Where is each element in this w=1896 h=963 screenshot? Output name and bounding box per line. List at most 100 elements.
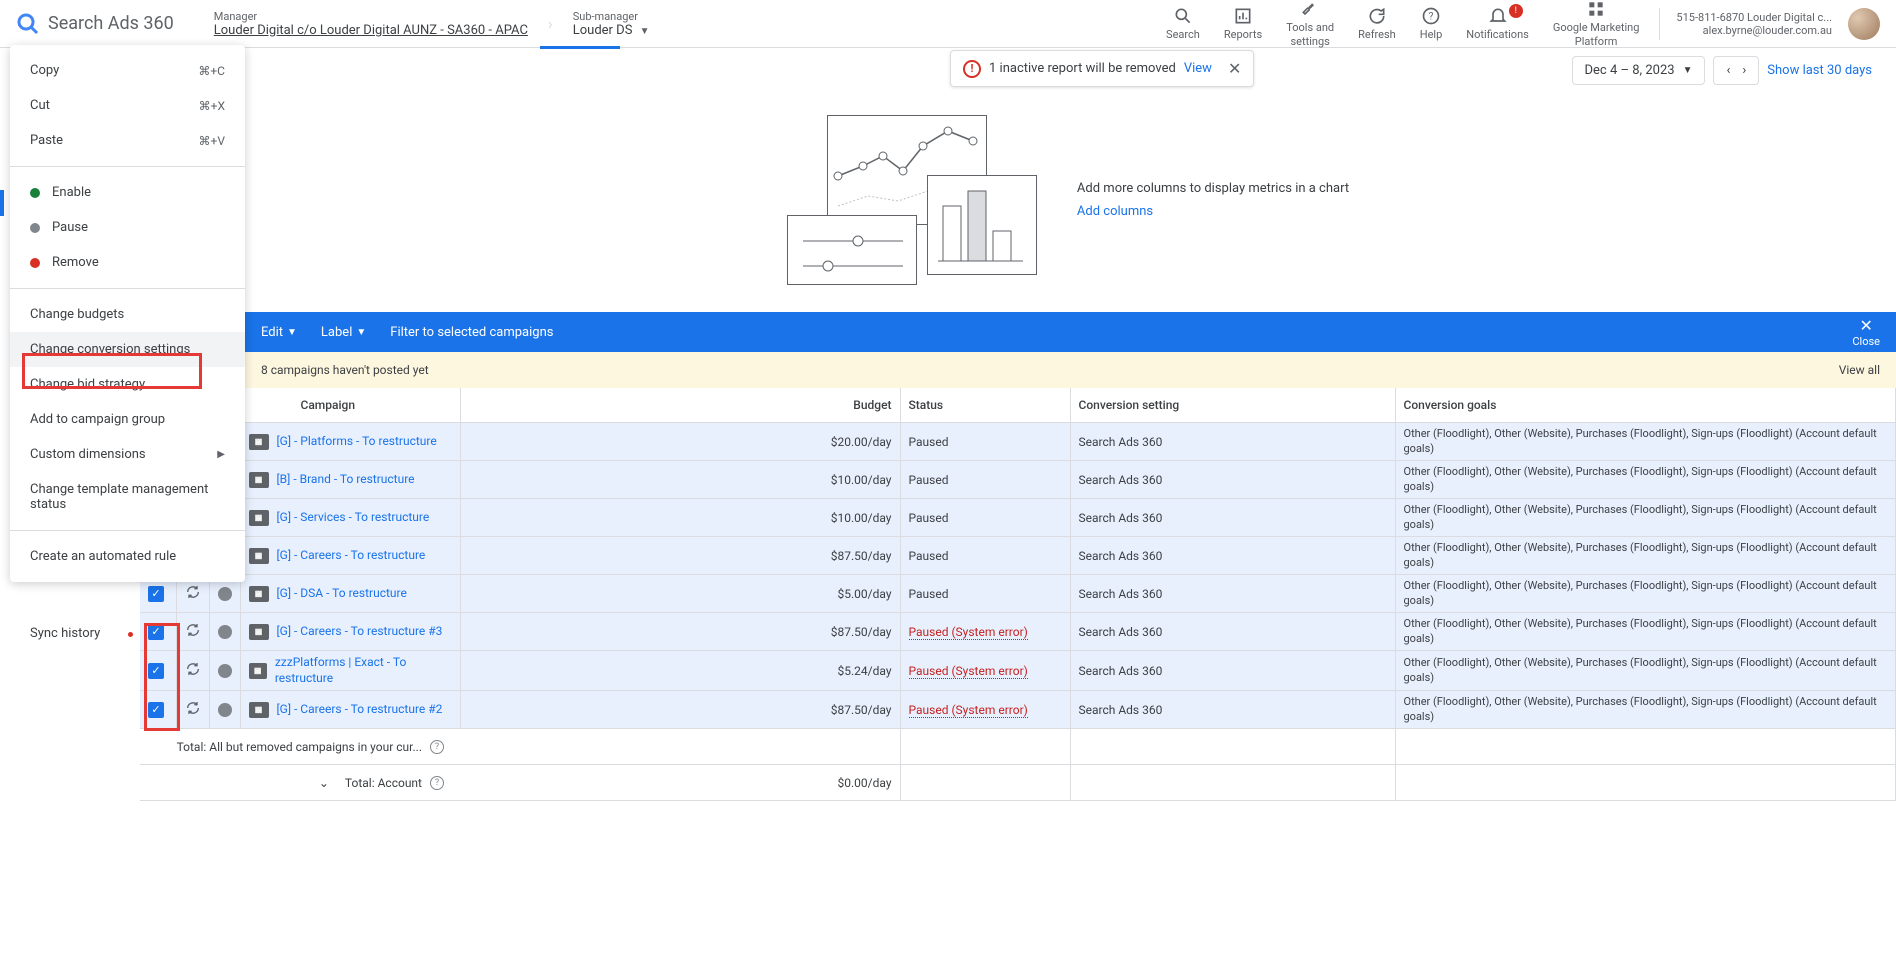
col-budget[interactable]: Budget [460, 388, 900, 423]
table-row: ✓ ▦[G] - Platforms - To restructure $20.… [140, 423, 1896, 461]
chart-placeholder: Add more columns to display metrics in a… [260, 100, 1876, 300]
menu-cut[interactable]: Cut⌘+X [10, 88, 245, 123]
conv-goals-cell: Other (Floodlight), Other (Website), Pur… [1395, 575, 1896, 613]
menu-pause[interactable]: Pause [10, 210, 245, 245]
app-logo[interactable]: Search Ads 360 [16, 12, 174, 36]
campaign-link[interactable]: [G] - Platforms - To restructure [277, 434, 437, 450]
sidebar-active-indicator [0, 190, 4, 216]
toast-view-link[interactable]: View [1184, 61, 1212, 76]
menu-enable[interactable]: Enable [10, 175, 245, 210]
status-text: Paused [909, 473, 949, 487]
row-checkbox[interactable]: ✓ [148, 663, 164, 679]
conv-setting-cell: Search Ads 360 [1070, 651, 1395, 691]
info-icon[interactable]: ? [430, 740, 444, 754]
avatar[interactable] [1848, 8, 1880, 40]
status-cell: Paused [900, 461, 1070, 499]
close-icon: ✕ [1859, 316, 1872, 335]
help-button[interactable]: ? Help [1408, 6, 1455, 41]
table-row: ✓ ▦[G] - Services - To restructure $10.0… [140, 499, 1896, 537]
menu-change-conversion[interactable]: Change conversion settings [10, 332, 245, 367]
notification-toast: ! 1 inactive report will be removed View… [950, 50, 1254, 87]
menu-paste[interactable]: Paste⌘+V [10, 123, 245, 158]
menu-change-budgets[interactable]: Change budgets [10, 297, 245, 332]
status-dot-icon [218, 587, 232, 601]
status-error[interactable]: Paused (System error) [909, 664, 1028, 679]
add-columns-link[interactable]: Add columns [1077, 204, 1349, 219]
col-status[interactable]: Status [900, 388, 1070, 423]
row-checkbox[interactable]: ✓ [148, 624, 164, 640]
divider [10, 166, 245, 167]
status-error[interactable]: Paused (System error) [909, 625, 1028, 640]
breadcrumb-manager[interactable]: Manager Louder Digital c/o Louder Digita… [214, 10, 528, 38]
campaign-link[interactable]: [G] - Careers - To restructure #3 [277, 624, 443, 640]
campaign-link[interactable]: [G] - DSA - To restructure [277, 586, 407, 602]
status-dot-icon [218, 664, 232, 678]
gmp-button[interactable]: Google Marketing Platform [1541, 0, 1652, 48]
conv-setting-cell: Search Ads 360 [1070, 613, 1395, 651]
status-dot-icon [218, 703, 232, 717]
status-cell: Paused [900, 499, 1070, 537]
sidebar-item-sync-history[interactable]: Sync history [30, 626, 100, 641]
refresh-button[interactable]: Refresh [1346, 6, 1408, 41]
wrench-icon [1300, 0, 1320, 19]
reports-button[interactable]: Reports [1212, 6, 1274, 41]
row-checkbox[interactable]: ✓ [148, 702, 164, 718]
view-all-link[interactable]: View all [1839, 363, 1880, 377]
filter-selected-button[interactable]: Filter to selected campaigns [390, 325, 553, 340]
bell-icon [1488, 6, 1508, 26]
status-cell: Paused [900, 537, 1070, 575]
account-info[interactable]: 515-811-6870 Louder Digital c... alex.by… [1668, 11, 1840, 37]
menu-create-rule[interactable]: Create an automated rule [10, 539, 245, 574]
total-row-removed: Total: All but removed campaigns in your… [140, 729, 1896, 765]
menu-change-template[interactable]: Change template management status [10, 472, 245, 522]
col-conversion-setting[interactable]: Conversion setting [1070, 388, 1395, 423]
budget-cell: $5.00/day [460, 575, 900, 613]
campaign-type-icon: ▦ [249, 663, 267, 679]
status-error[interactable]: Paused (System error) [909, 703, 1028, 718]
total-row-account: ⌄Total: Account ? $0.00/day [140, 765, 1896, 801]
campaign-link[interactable]: [B] - Brand - To restructure [277, 472, 415, 488]
close-icon[interactable]: ✕ [1228, 59, 1241, 78]
campaign-link[interactable]: [G] - Careers - To restructure [277, 548, 426, 564]
show-last-30-link[interactable]: Show last 30 days [1767, 63, 1872, 78]
date-range-picker[interactable]: Dec 4 – 8, 2023 ▼ [1572, 56, 1706, 85]
campaign-link[interactable]: [G] - Careers - To restructure #2 [277, 702, 443, 718]
conv-goals-cell: Other (Floodlight), Other (Website), Pur… [1395, 423, 1896, 461]
status-text: Paused [909, 435, 949, 449]
tools-button[interactable]: Tools and settings [1274, 0, 1346, 48]
close-selection-button[interactable]: ✕ Close [1852, 316, 1880, 348]
status-text: Paused [909, 511, 949, 525]
active-tab-indicator [540, 46, 620, 49]
col-conversion-goals[interactable]: Conversion goals [1395, 388, 1896, 423]
info-icon[interactable]: ? [430, 776, 444, 790]
menu-custom-dimensions[interactable]: Custom dimensions▶ [10, 437, 245, 472]
table-row: ✓ ▦[G] - Careers - To restructure #3 $87… [140, 613, 1896, 651]
menu-copy[interactable]: Copy⌘+C [10, 53, 245, 88]
campaign-link[interactable]: [G] - Services - To restructure [277, 510, 430, 526]
edit-dropdown[interactable]: Edit ▼ [261, 325, 297, 340]
campaign-link[interactable]: zzzPlatforms | Exact - To restructure [275, 655, 452, 686]
table-row: ✓ ▦[G] - Careers - To restructure $87.50… [140, 537, 1896, 575]
chevron-down-icon[interactable]: ⌄ [319, 776, 329, 790]
chevron-down-icon: ▼ [356, 327, 366, 338]
menu-change-bid[interactable]: Change bid strategy [10, 367, 245, 402]
menu-remove[interactable]: Remove [10, 245, 245, 280]
col-campaign[interactable]: Campaign [240, 388, 460, 423]
campaign-type-icon: ▦ [249, 472, 269, 488]
row-checkbox[interactable]: ✓ [148, 586, 164, 602]
breadcrumb-submanager[interactable]: Sub-manager Louder DS ▼ [573, 10, 650, 38]
label-dropdown[interactable]: Label ▼ [321, 325, 366, 340]
sync-icon[interactable] [185, 661, 201, 677]
menu-add-to-group[interactable]: Add to campaign group [10, 402, 245, 437]
status-text: Paused [909, 549, 949, 563]
sync-icon[interactable] [185, 584, 201, 600]
date-prev-button[interactable]: ‹ [1720, 63, 1736, 78]
sync-icon[interactable] [185, 700, 201, 716]
help-icon: ? [1421, 6, 1441, 26]
status-text: Paused [909, 587, 949, 601]
sync-icon[interactable] [185, 622, 201, 638]
notifications-button[interactable]: ! Notifications [1454, 6, 1541, 41]
chart-illustration [787, 115, 1037, 285]
search-button[interactable]: Search [1154, 6, 1212, 41]
date-next-button[interactable]: › [1736, 63, 1752, 78]
